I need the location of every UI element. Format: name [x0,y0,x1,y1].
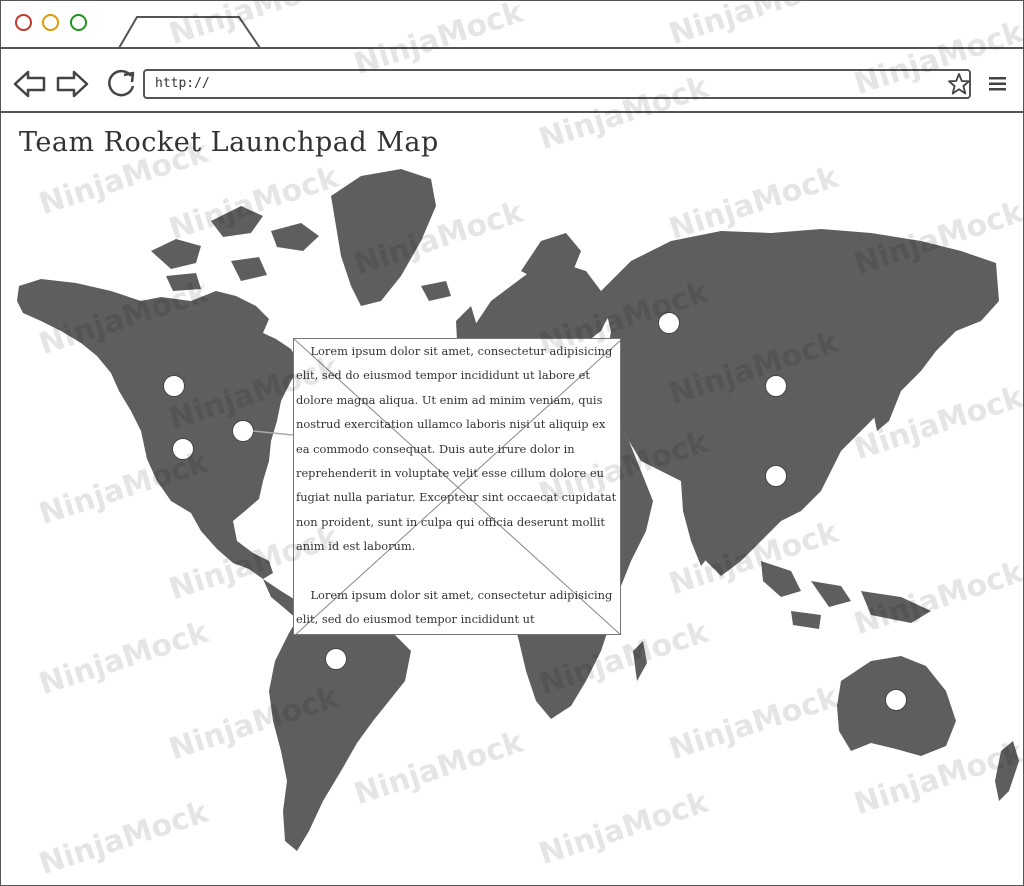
south-america-shape [269,607,411,851]
map-marker[interactable] [765,465,787,487]
browser-window: http:// Team Rocket Launchpad Map Lorem … [0,0,1024,886]
bookmark-star-icon[interactable] [947,72,971,96]
map-marker[interactable] [885,689,907,711]
back-arrow-icon[interactable] [13,70,47,98]
map-marker-selected[interactable] [232,420,254,442]
address-bar-text: http:// [155,76,210,91]
address-bar[interactable]: http:// [143,69,971,99]
new-zealand-shape [995,741,1019,801]
map-marker[interactable] [163,375,185,397]
navigation-bar-border [1,111,1023,113]
se-asia-islands-shape [761,561,931,629]
browser-tab[interactable] [117,15,262,49]
page-title: Team Rocket Launchpad Map [19,127,439,158]
reload-icon[interactable] [104,67,138,101]
close-window-button[interactable] [15,14,32,31]
arctic-islands-shape [151,206,319,291]
info-popup: Lorem ipsum dolor sit amet, consectetur … [293,338,621,635]
map-marker[interactable] [172,438,194,460]
forward-arrow-icon[interactable] [55,70,89,98]
iceland-shape [421,281,451,301]
menu-icon[interactable] [988,75,1008,93]
greenland-shape [331,169,436,306]
map-marker[interactable] [325,648,347,670]
madagascar-shape [633,641,647,681]
minimize-window-button[interactable] [42,14,59,31]
asia-shape [601,229,999,576]
maximize-window-button[interactable] [70,14,87,31]
popup-text: Lorem ipsum dolor sit amet, consectetur … [296,344,617,627]
map-marker[interactable] [765,375,787,397]
title-bar [1,1,1023,49]
map-marker[interactable] [658,312,680,334]
marker-connector-line [253,430,294,436]
